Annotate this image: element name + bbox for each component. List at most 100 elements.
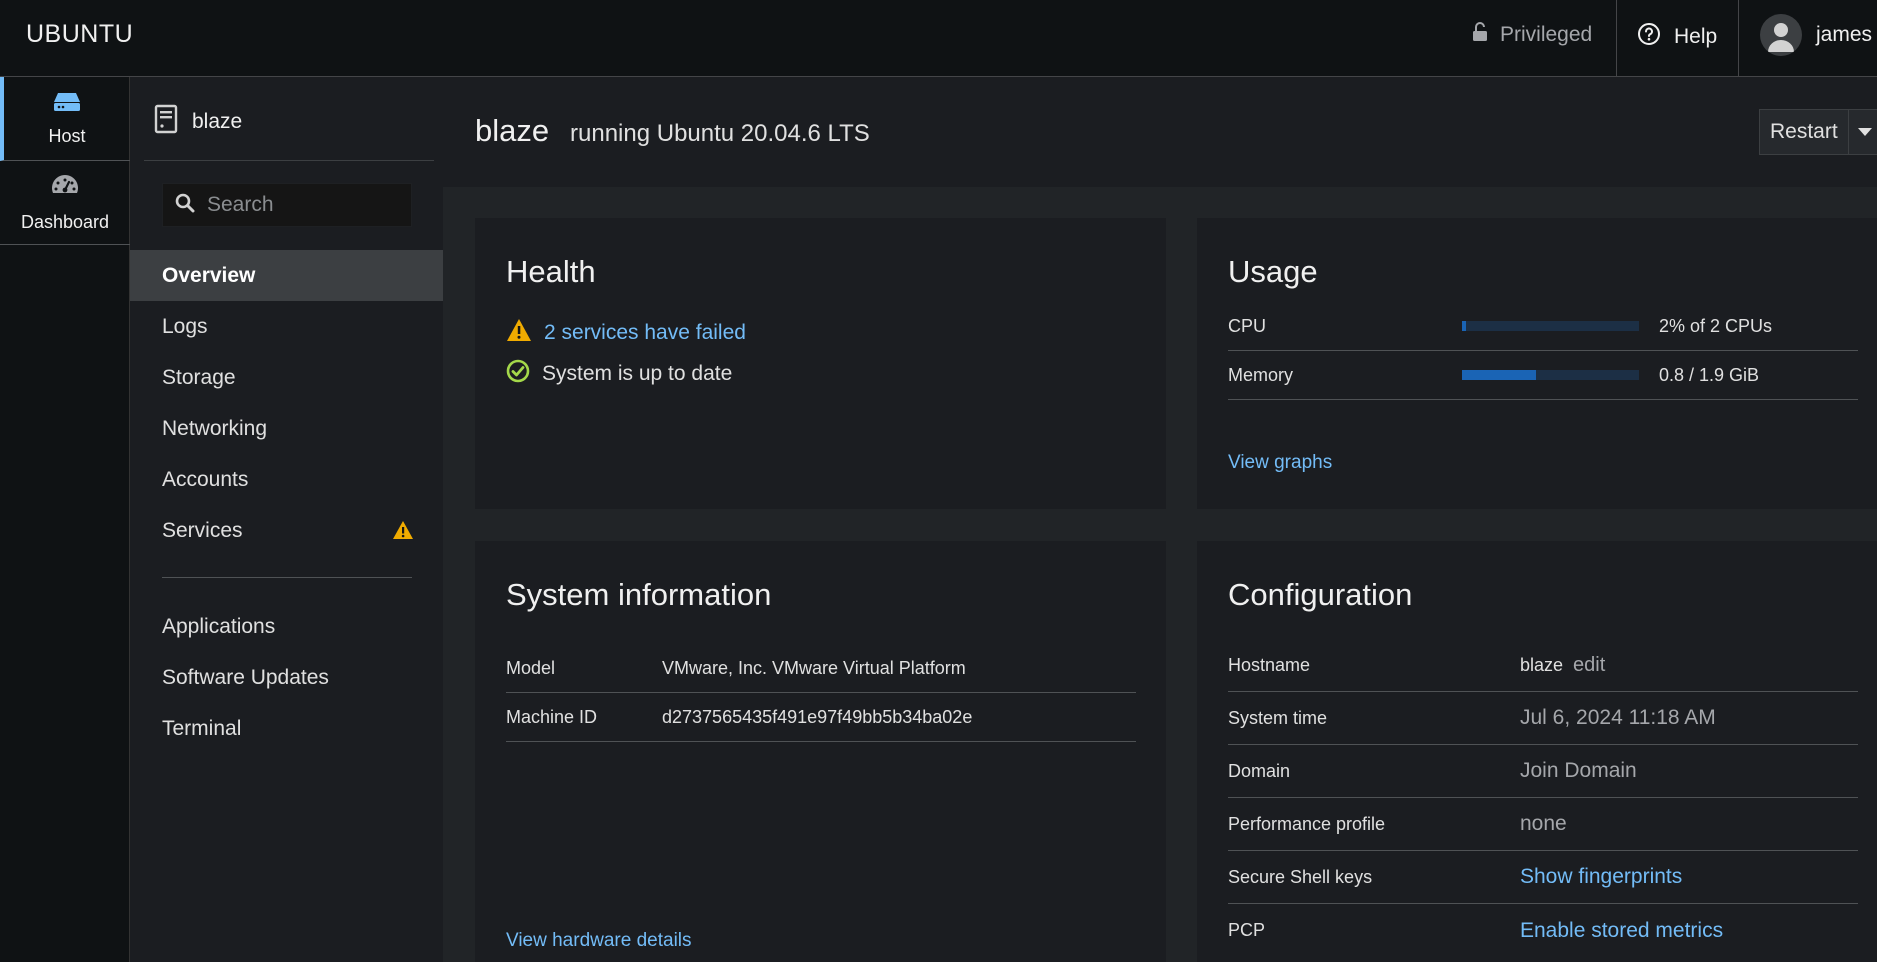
page-title: blaze — [475, 113, 550, 148]
pcp-row: PCP Enable stored metrics — [1228, 904, 1858, 957]
main-content: blaze running Ubuntu 20.04.6 LTS Restart… — [443, 77, 1877, 962]
nav-item-label: Logs — [162, 314, 208, 338]
update-status-text: System is up to date — [542, 362, 733, 385]
nav-item-storage[interactable]: Storage — [130, 352, 443, 403]
nav-item-label: Software Updates — [162, 665, 329, 689]
warning-icon — [392, 520, 414, 546]
view-graphs-link[interactable]: View graphs — [1228, 452, 1332, 474]
masthead-divider — [1738, 0, 1739, 77]
progress-fill — [1462, 321, 1466, 331]
host-name: blaze — [192, 110, 243, 133]
config-label: Performance profile — [1228, 813, 1386, 834]
divider — [144, 160, 434, 161]
nav-item-label: Terminal — [162, 716, 242, 740]
rail-item-host[interactable]: Host — [0, 77, 130, 161]
kv-label: Model — [506, 657, 556, 678]
show-fingerprints-link[interactable]: Show fingerprints — [1520, 865, 1682, 889]
rail-item-label: Dashboard — [20, 211, 110, 232]
hostname-value: blaze — [1520, 654, 1564, 675]
brand-title: UBUNTU — [26, 20, 134, 48]
failed-services-row: 2 services have failed — [506, 318, 746, 348]
search-box[interactable] — [162, 183, 412, 227]
nav-item-label: Networking — [162, 416, 268, 440]
search-icon — [175, 193, 195, 218]
nav-item-logs[interactable]: Logs — [130, 301, 443, 352]
usage-card: Usage CPU 2% of 2 CPUs Memory 0.8 / 1.9 … — [1197, 218, 1877, 509]
nav-item-applications[interactable]: Applications — [130, 601, 443, 652]
kv-value: d2737565435f491e97f49bb5b34ba02e — [662, 706, 973, 727]
nav-item-overview[interactable]: Overview — [130, 250, 443, 301]
help-label: Help — [1674, 25, 1718, 48]
nav-item-label: Storage — [162, 365, 236, 389]
card-title: Configuration — [1228, 577, 1413, 612]
nav-item-label: Applications — [162, 614, 276, 638]
rail-item-dashboard[interactable]: Dashboard — [0, 161, 130, 245]
configuration-card: Configuration Hostname blaze edit System… — [1197, 541, 1877, 962]
config-label: Secure Shell keys — [1228, 866, 1373, 887]
dashboard-gauge-icon — [50, 173, 80, 204]
masthead: UBUNTU Privileged Help james — [0, 0, 1877, 77]
help-menu-button[interactable]: Help — [1637, 22, 1717, 52]
privileged-label: Privileged — [1500, 23, 1593, 46]
search-input[interactable] — [207, 193, 397, 217]
server-document-icon — [154, 104, 178, 140]
user-menu-button[interactable]: james — [1760, 14, 1872, 56]
ssh-keys-row: Secure Shell keys Show fingerprints — [1228, 851, 1858, 904]
masthead-divider — [1616, 0, 1617, 77]
failed-services-link[interactable]: 2 services have failed — [544, 321, 746, 345]
host-navigation: blaze Overview Logs Storage Networking A… — [130, 77, 443, 962]
performance-profile-button[interactable]: none — [1520, 812, 1567, 836]
progress-fill — [1462, 370, 1537, 380]
context-switcher-rail: Host Dashboard — [0, 77, 130, 962]
machine-id-row: Machine ID d2737565435f491e97f49bb5b34ba… — [506, 693, 1136, 742]
restart-split-button: Restart — [1759, 109, 1877, 155]
privileged-toggle[interactable]: Privileged — [1472, 22, 1592, 48]
nav-item-networking[interactable]: Networking — [130, 403, 443, 454]
config-label: System time — [1228, 707, 1328, 728]
nav-item-terminal[interactable]: Terminal — [130, 703, 443, 754]
rail-item-label: Host — [48, 125, 86, 146]
card-title: Usage — [1228, 254, 1318, 289]
card-title: Health — [506, 254, 596, 289]
hostname-row: Hostname blaze edit — [1228, 639, 1858, 692]
view-hardware-details-link[interactable]: View hardware details — [506, 930, 692, 952]
nav-item-software-updates[interactable]: Software Updates — [130, 652, 443, 703]
domain-row: Domain Join Domain — [1228, 745, 1858, 798]
system-time-button[interactable]: Jul 6, 2024 11:18 AM — [1520, 706, 1716, 730]
restart-button[interactable]: Restart — [1760, 110, 1849, 154]
model-row: Model VMware, Inc. VMware Virtual Platfo… — [506, 644, 1136, 693]
config-label: Domain — [1228, 760, 1291, 781]
join-domain-button[interactable]: Join Domain — [1520, 759, 1637, 783]
enable-stored-metrics-link[interactable]: Enable stored metrics — [1520, 919, 1723, 943]
restart-dropdown-toggle[interactable] — [1849, 110, 1877, 154]
performance-profile-row: Performance profile none — [1228, 798, 1858, 851]
usage-label: Memory — [1228, 364, 1294, 385]
check-circle-icon — [506, 359, 530, 389]
usage-value: 0.8 / 1.9 GiB — [1659, 364, 1760, 385]
cpu-progress-bar — [1462, 321, 1639, 331]
user-name: james — [1816, 23, 1873, 46]
system-information-card: System information Model VMware, Inc. VM… — [475, 541, 1166, 962]
caret-down-icon — [1857, 128, 1872, 136]
host-switcher[interactable]: blaze — [154, 104, 242, 140]
kv-label: Machine ID — [506, 706, 598, 727]
os-subtitle: running Ubuntu 20.04.6 LTS — [570, 120, 870, 147]
config-label: PCP — [1228, 920, 1266, 940]
nav-item-services[interactable]: Services — [130, 505, 443, 556]
memory-progress-bar — [1462, 370, 1639, 380]
cpu-usage-row: CPU 2% of 2 CPUs — [1228, 302, 1858, 351]
health-card: Health 2 services have failed System is … — [475, 218, 1166, 509]
page-header: blaze running Ubuntu 20.04.6 LTS Restart — [443, 77, 1877, 187]
update-status-row: System is up to date — [506, 359, 732, 389]
config-label: Hostname — [1228, 654, 1311, 675]
server-icon — [52, 91, 82, 118]
usage-label: CPU — [1228, 315, 1267, 336]
hostname-edit-button[interactable]: edit — [1573, 654, 1605, 677]
nav-item-accounts[interactable]: Accounts — [130, 454, 443, 505]
unlock-icon — [1472, 22, 1488, 48]
help-icon — [1637, 22, 1661, 52]
memory-usage-row: Memory 0.8 / 1.9 GiB — [1228, 351, 1858, 400]
nav-item-label: Overview — [162, 263, 256, 287]
nav-divider — [162, 577, 412, 578]
nav-item-label: Accounts — [162, 467, 249, 491]
